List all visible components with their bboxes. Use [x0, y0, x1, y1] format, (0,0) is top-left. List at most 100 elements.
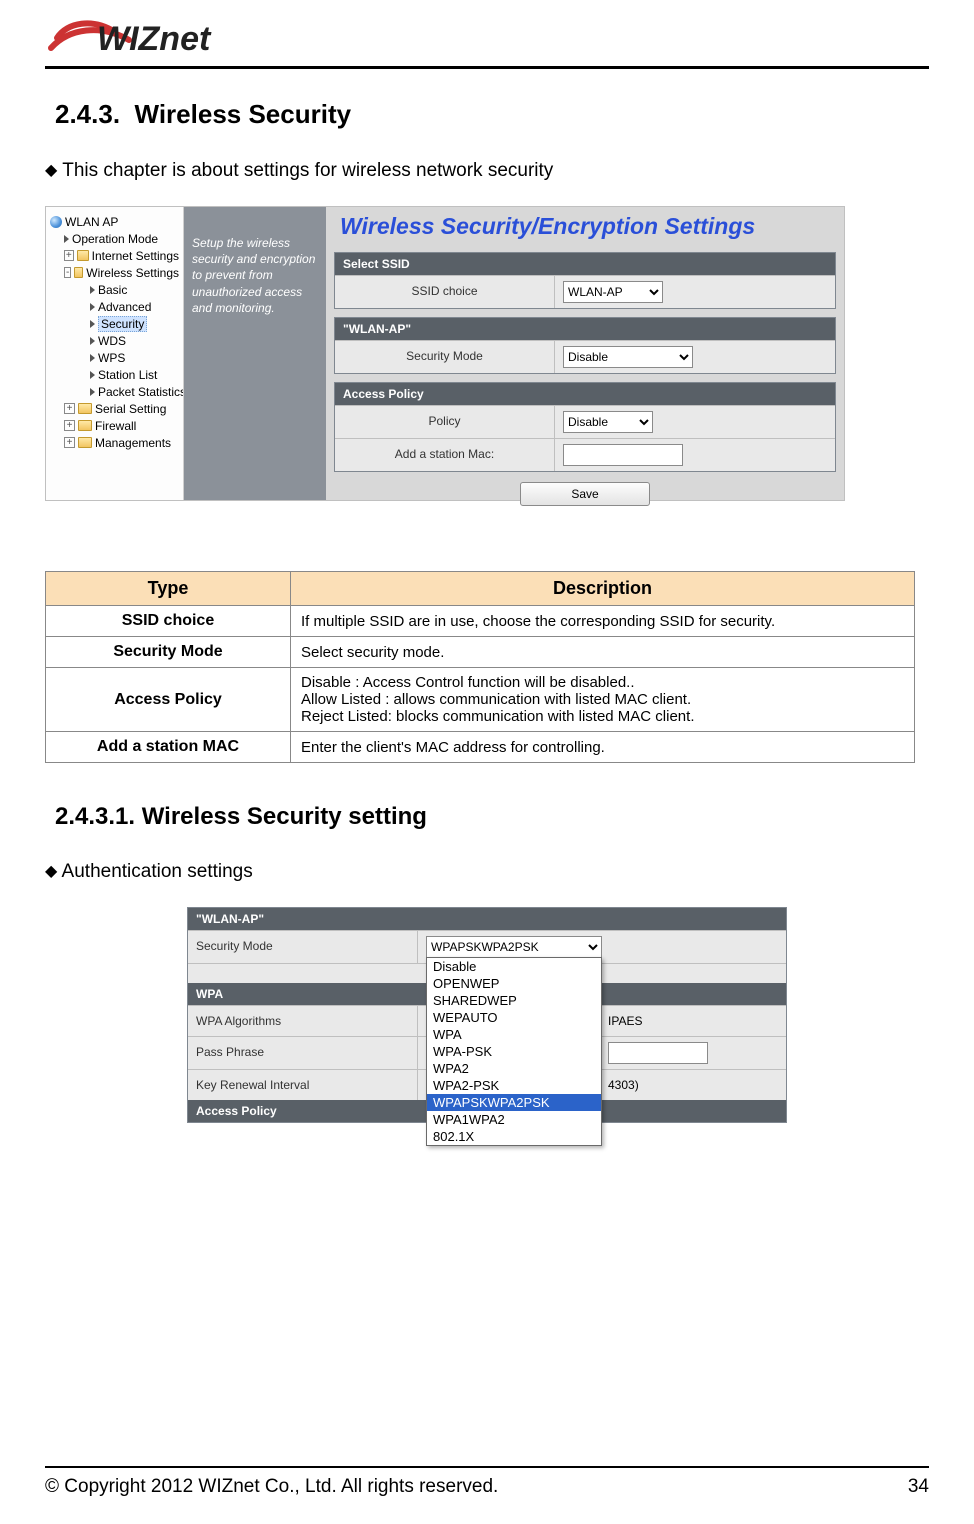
expand-icon[interactable]: + — [64, 250, 74, 261]
dropdown-option[interactable]: Disable — [427, 958, 601, 975]
group-header: "WLAN-AP" — [188, 908, 786, 930]
expand-icon[interactable]: + — [64, 437, 75, 448]
row-type: Add a station MAC — [46, 732, 291, 763]
tree-label-selected: Security — [98, 316, 147, 332]
tree-label: Operation Mode — [72, 232, 158, 246]
auth-line: ◆ Authentication settings — [45, 861, 929, 883]
tree-label: Basic — [98, 283, 127, 297]
folder-icon — [78, 420, 92, 431]
logo-text: WIZnet — [97, 20, 212, 58]
th-type: Type — [46, 572, 291, 606]
tree-item-basic[interactable]: Basic — [90, 281, 179, 298]
intro-text: This chapter is about settings for wirel… — [62, 160, 553, 181]
footer-divider — [45, 1466, 929, 1468]
dropdown-option[interactable]: SHAREDWEP — [427, 992, 601, 1009]
folder-icon — [77, 250, 89, 261]
passphrase-input[interactable] — [608, 1042, 708, 1064]
security-mode-label: Security Mode — [188, 931, 418, 963]
dropdown-option[interactable]: WPA2 — [427, 1060, 601, 1077]
policy-label: Policy — [335, 406, 555, 438]
tree-item-wireless-settings[interactable]: - Wireless Settings — [64, 264, 179, 281]
group-header: "WLAN-AP" — [335, 318, 835, 340]
tree-label: Wireless Settings — [86, 266, 179, 280]
tree-label: Advanced — [98, 300, 151, 314]
row-desc: Select security mode. — [291, 637, 915, 668]
tree-item-internet-settings[interactable]: + Internet Settings — [64, 247, 179, 264]
arrow-icon — [90, 337, 95, 345]
arrow-icon — [90, 286, 95, 294]
security-mode-select[interactable]: Disable — [563, 346, 693, 368]
dropdown-option[interactable]: WPA1WPA2 — [427, 1111, 601, 1128]
tree-item-station-list[interactable]: Station List — [90, 366, 179, 383]
group-header: Select SSID — [335, 253, 835, 275]
auth-text: Authentication settings — [62, 861, 253, 882]
subsection-number: 2.4.3.1. — [55, 803, 135, 830]
collapse-icon[interactable]: - — [64, 267, 71, 278]
hint-panel: Setup the wireless security and encrypti… — [184, 207, 326, 500]
tree-label: Station List — [98, 368, 157, 382]
dropdown-option-selected[interactable]: WPAPSKWPA2PSK — [427, 1094, 601, 1111]
tree-item-managements[interactable]: + Managements — [64, 434, 179, 451]
intro-line: ◆ This chapter is about settings for wir… — [45, 160, 929, 182]
row-ssid-choice: SSID choice WLAN-AP — [335, 275, 835, 308]
row-policy: Policy Disable — [335, 405, 835, 438]
copyright-text: © Copyright 2012 WIZnet Co., Ltd. All ri… — [45, 1476, 498, 1498]
arrow-icon — [90, 303, 95, 311]
tree-item-wps[interactable]: WPS — [90, 349, 179, 366]
dropdown-option[interactable]: WPA-PSK — [427, 1043, 601, 1060]
tree-root[interactable]: WLAN AP — [50, 213, 179, 230]
row-security-mode: Security Mode WPAPSKWPA2PSK Disable OPEN… — [188, 930, 786, 963]
diamond-icon: ◆ — [45, 162, 57, 179]
group-wlan-ap: "WLAN-AP" Security Mode Disable — [334, 317, 836, 374]
add-mac-input[interactable] — [563, 444, 683, 466]
tree-item-firewall[interactable]: + Firewall — [64, 417, 179, 434]
tree-label: Serial Setting — [95, 402, 166, 416]
ssid-choice-select[interactable]: WLAN-AP — [563, 281, 663, 303]
tree-item-security[interactable]: Security — [90, 315, 179, 332]
panel-title: Wireless Security/Encryption Settings — [334, 207, 836, 252]
row-type: Access Policy — [46, 668, 291, 732]
row-security-mode: Security Mode Disable — [335, 340, 835, 373]
key-renewal-label: Key Renewal Interval — [188, 1070, 418, 1100]
row-desc: Enter the client's MAC address for contr… — [291, 732, 915, 763]
row-add-mac: Add a station Mac: — [335, 438, 835, 471]
tree-item-operation-mode[interactable]: Operation Mode — [64, 230, 179, 247]
subsection-heading: 2.4.3.1. Wireless Security setting — [55, 803, 929, 831]
tree-item-serial-setting[interactable]: + Serial Setting — [64, 400, 179, 417]
tree-label: WDS — [98, 334, 126, 348]
tree-item-packet-statistics[interactable]: Packet Statistics — [90, 383, 179, 400]
save-button[interactable]: Save — [520, 482, 650, 506]
security-mode-select[interactable]: WPAPSKWPA2PSK — [426, 936, 602, 958]
arrow-icon — [90, 388, 95, 396]
dropdown-option[interactable]: WPA2-PSK — [427, 1077, 601, 1094]
dropdown-option[interactable]: WPA — [427, 1026, 601, 1043]
dropdown-option[interactable]: WEPAUTO — [427, 1009, 601, 1026]
add-mac-label: Add a station Mac: — [335, 439, 555, 471]
arrow-icon — [64, 235, 69, 243]
dropdown-option[interactable]: 802.1X — [427, 1128, 601, 1145]
settings-panel: Wireless Security/Encryption Settings Se… — [326, 207, 844, 500]
tree-item-wds[interactable]: WDS — [90, 332, 179, 349]
tree-label: WPS — [98, 351, 125, 365]
diamond-icon: ◆ — [45, 863, 57, 880]
expand-icon[interactable]: + — [64, 403, 75, 414]
table-row: SSID choice If multiple SSID are in use,… — [46, 606, 915, 637]
security-mode-dropdown-open[interactable]: Disable OPENWEP SHAREDWEP WEPAUTO WPA WP… — [426, 957, 602, 1146]
th-description: Description — [291, 572, 915, 606]
arrow-icon — [90, 354, 95, 362]
globe-icon — [50, 216, 62, 228]
arrow-icon — [90, 371, 95, 379]
folder-icon — [78, 403, 92, 414]
dropdown-option[interactable]: OPENWEP — [427, 975, 601, 992]
tree-label: Packet Statistics — [98, 385, 184, 399]
group-select-ssid: Select SSID SSID choice WLAN-AP — [334, 252, 836, 309]
folder-icon — [74, 267, 83, 278]
wpa-alg-trailing: IPAES — [608, 1014, 642, 1028]
page-footer: © Copyright 2012 WIZnet Co., Ltd. All ri… — [45, 1466, 929, 1498]
tree-item-advanced[interactable]: Advanced — [90, 298, 179, 315]
folder-icon — [78, 437, 92, 448]
expand-icon[interactable]: + — [64, 420, 75, 431]
key-renewal-trailing: 4303) — [608, 1078, 639, 1092]
policy-select[interactable]: Disable — [563, 411, 653, 433]
arrow-icon — [90, 320, 95, 328]
